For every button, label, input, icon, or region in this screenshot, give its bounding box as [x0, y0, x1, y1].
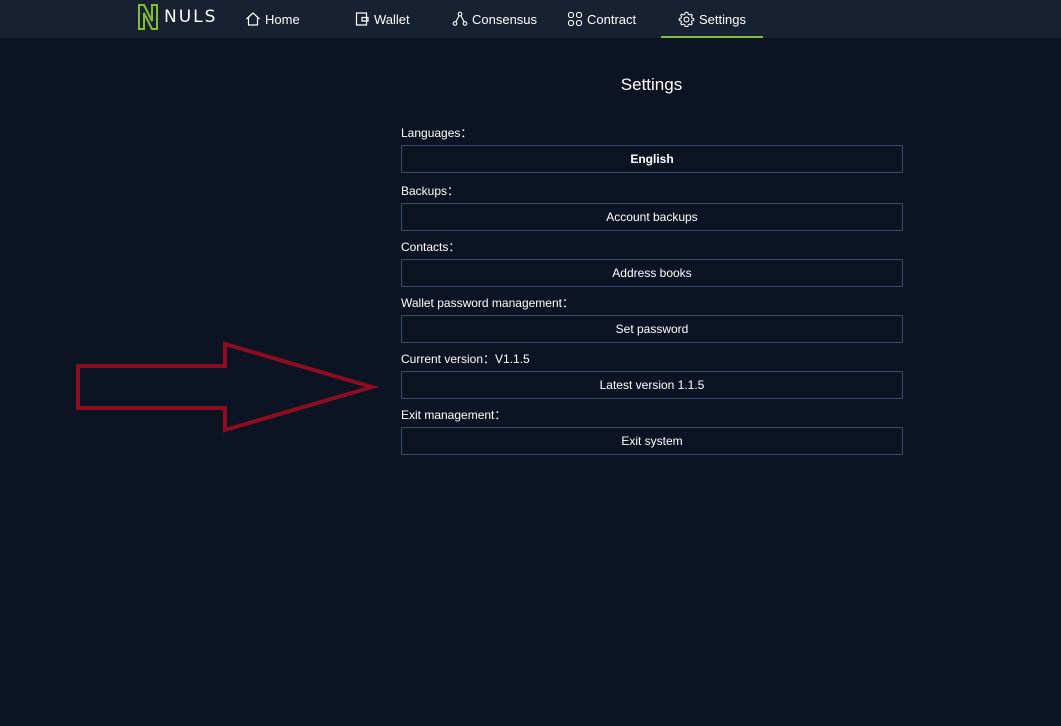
- nav-settings[interactable]: Settings: [661, 0, 763, 38]
- contract-icon: [567, 11, 583, 27]
- address-books-button[interactable]: Address books: [401, 259, 903, 287]
- nav-consensus[interactable]: Consensus: [452, 0, 537, 38]
- nav-wallet-label: Wallet: [374, 11, 410, 27]
- languages-label: Languages：: [401, 126, 473, 140]
- brand-name: NULS: [164, 6, 218, 27]
- language-select-button[interactable]: English: [401, 145, 903, 173]
- contacts-label: Contacts：: [401, 240, 461, 254]
- home-icon: [246, 12, 260, 26]
- latest-version-button[interactable]: Latest version 1.1.5: [401, 371, 903, 399]
- current-version-label: Current version：V1.1.5: [401, 352, 530, 366]
- nav-consensus-label: Consensus: [472, 11, 538, 27]
- page-title: Settings: [620, 75, 683, 94]
- nuls-logo[interactable]: NULS: [138, 3, 217, 31]
- nav-wallet[interactable]: Wallet: [354, 0, 410, 38]
- annotation-arrow-icon: [76, 341, 380, 433]
- nav-contract[interactable]: Contract: [567, 0, 636, 38]
- nav-settings-label: Settings: [699, 11, 746, 27]
- exit-system-button[interactable]: Exit system: [401, 427, 903, 455]
- nav-home-label: Home: [265, 11, 300, 27]
- exit-management-label: Exit management：: [401, 408, 507, 422]
- set-password-button[interactable]: Set password: [401, 315, 903, 343]
- top-navbar: NULS Home Wallet Consensus Contract Sett…: [0, 0, 1061, 38]
- nuls-logo-icon: [138, 4, 158, 30]
- account-backups-button[interactable]: Account backups: [401, 203, 903, 231]
- backups-label: Backups：: [401, 184, 460, 198]
- wallet-icon: [355, 12, 369, 26]
- consensus-icon: [452, 11, 468, 26]
- nav-home[interactable]: Home: [245, 0, 300, 38]
- nav-contract-label: Contract: [587, 11, 637, 27]
- gear-icon: [678, 11, 695, 27]
- password-management-label: Wallet password management：: [401, 296, 574, 310]
